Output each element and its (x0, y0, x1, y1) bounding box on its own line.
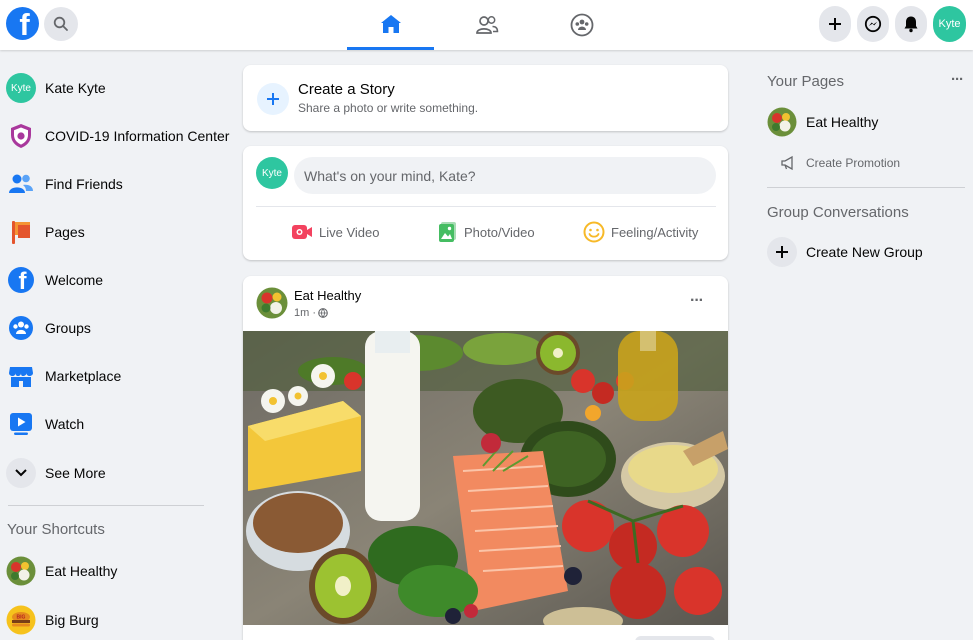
search-button[interactable] (44, 7, 78, 41)
globe-icon (318, 308, 328, 318)
sidebar-item-label: Marketplace (45, 368, 122, 384)
story-title: Create a Story (298, 81, 395, 98)
profile-avatar: Kyte (6, 73, 36, 103)
sidebar-item-label: Watch (45, 416, 85, 432)
groups-icon (6, 313, 36, 343)
top-navigation-bar: f Kyte (0, 0, 973, 50)
sidebar-item-label: Welcome (45, 272, 104, 288)
action-label: Live Video (319, 224, 380, 240)
create-promotion-label: Create Promotion (806, 156, 901, 170)
chevron-down-icon (6, 458, 36, 488)
action-label: Photo/Video (464, 224, 535, 240)
sidebar-item-label: Big Burg (45, 612, 99, 628)
tab-groups[interactable] (538, 0, 625, 50)
sidebar-item-label: See More (45, 465, 106, 481)
marketplace-icon (6, 361, 36, 391)
sidebar-item-covid[interactable]: COVID-19 Information Center (6, 116, 229, 156)
pages-flag-icon (6, 217, 36, 247)
eat-healthy-avatar (767, 107, 797, 137)
create-new-group-button[interactable]: Create New Group (767, 237, 923, 267)
post-footer-button[interactable] (635, 636, 715, 640)
messenger-icon (864, 15, 882, 33)
sidebar-item-label: Eat Healthy (45, 563, 118, 579)
friends-icon (6, 169, 36, 199)
group-conversations-title: Group Conversations (767, 204, 909, 221)
feed-post: Eat Healthy 1m · ··· (243, 276, 728, 640)
smiley-icon (583, 221, 605, 243)
messenger-button[interactable] (857, 6, 889, 42)
eat-healthy-avatar (6, 556, 36, 586)
shortcut-eat-healthy[interactable]: Eat Healthy (6, 551, 210, 591)
sidebar-item-groups[interactable]: Groups (6, 308, 210, 348)
your-pages-title: Your Pages (767, 73, 845, 90)
sidebar-item-welcome[interactable]: f Welcome (6, 260, 210, 300)
groups-icon (570, 13, 593, 37)
add-story-plus-icon (257, 83, 289, 115)
plus-icon (829, 18, 841, 30)
right-divider (767, 187, 965, 188)
page-eat-healthy[interactable]: Eat Healthy (767, 107, 878, 137)
composer-divider (256, 206, 716, 207)
create-button[interactable] (819, 6, 851, 42)
post-composer: Kyte What's on your mind, Kate? Live Vid… (243, 146, 728, 260)
sidebar-item-label: Pages (45, 224, 85, 240)
create-new-group-label: Create New Group (806, 244, 923, 260)
sidebar-item-label: COVID-19 Information Center (45, 128, 230, 144)
create-story-card[interactable]: Create a Story Share a photo or write so… (243, 65, 728, 131)
notifications-button[interactable] (895, 6, 927, 42)
whats-on-your-mind-input[interactable]: What's on your mind, Kate? (294, 157, 716, 194)
megaphone-icon (781, 155, 793, 171)
pages-more-options-icon[interactable]: ··· (951, 71, 964, 88)
friends-icon (475, 16, 498, 34)
sidebar-item-label: Kate Kyte (45, 80, 106, 96)
page-name: Eat Healthy (806, 114, 879, 130)
watch-icon (6, 409, 36, 439)
live-video-button[interactable]: Live Video (291, 220, 379, 244)
tab-friends[interactable] (443, 0, 530, 50)
big-burg-avatar: BIG (6, 605, 36, 635)
sidebar-item-profile[interactable]: Kyte Kate Kyte (6, 68, 210, 108)
home-icon (380, 14, 401, 33)
story-subtitle: Share a photo or write something. (298, 101, 479, 115)
account-avatar[interactable]: Kyte (933, 6, 966, 42)
sidebar-item-marketplace[interactable]: Marketplace (6, 356, 210, 396)
sidebar-item-find-friends[interactable]: Find Friends (6, 164, 210, 204)
shortcut-big-burg[interactable]: BIG Big Burg (6, 600, 210, 640)
action-label: Feeling/Activity (611, 224, 699, 240)
avatar-text: Kyte (938, 18, 961, 30)
svg-text:BIG: BIG (17, 615, 26, 621)
post-meta: 1m · (294, 307, 328, 319)
facebook-logo-icon[interactable]: f (6, 7, 39, 40)
bell-icon (904, 16, 918, 33)
healthy-food-photo (243, 331, 728, 635)
composer-avatar[interactable]: Kyte (256, 157, 288, 189)
create-promotion-button[interactable]: Create Promotion (780, 155, 900, 171)
sidebar-item-label: Groups (45, 320, 91, 336)
sidebar-item-pages[interactable]: Pages (6, 212, 210, 252)
post-author-name[interactable]: Eat Healthy (294, 288, 361, 303)
post-author-avatar[interactable] (256, 287, 288, 319)
post-image[interactable] (243, 331, 728, 635)
see-more-button[interactable]: See More (6, 453, 210, 493)
search-icon (53, 16, 68, 31)
post-more-options-icon[interactable]: ··· (690, 292, 704, 310)
post-time[interactable]: 1m · (294, 307, 316, 319)
tab-home[interactable] (347, 0, 434, 50)
covid-shield-icon (6, 121, 36, 151)
feeling-activity-button[interactable]: Feeling/Activity (583, 220, 698, 244)
photo-video-icon (439, 222, 456, 242)
shortcuts-title: Your Shortcuts (7, 521, 105, 538)
sidebar-divider (8, 505, 204, 506)
sidebar-item-watch[interactable]: Watch (6, 404, 210, 444)
photo-video-button[interactable]: Photo/Video (438, 220, 535, 244)
sidebar-item-label: Find Friends (45, 176, 123, 192)
live-video-icon (292, 225, 312, 239)
facebook-icon: f (6, 265, 36, 295)
plus-icon (767, 237, 797, 267)
